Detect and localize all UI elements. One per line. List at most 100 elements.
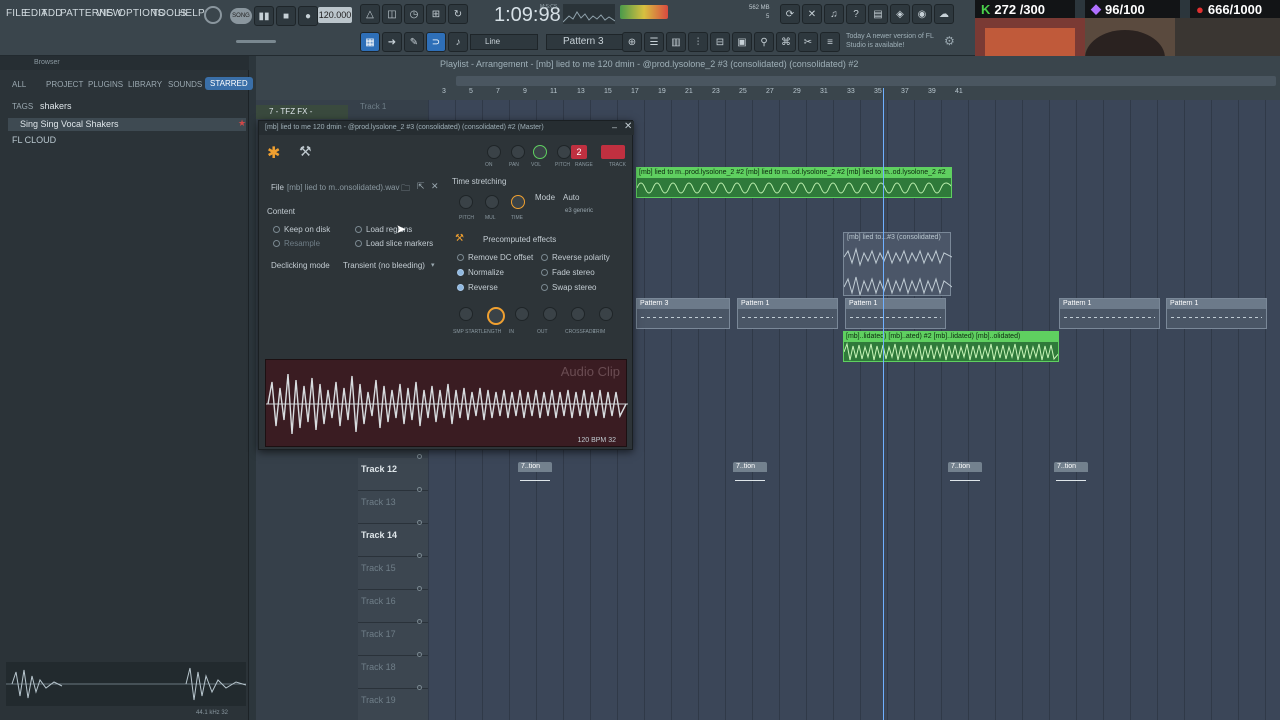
track-1-label[interactable]: Track 1: [360, 102, 386, 111]
sample-knob[interactable]: [487, 307, 505, 325]
remove-file-icon[interactable]: ✕: [431, 181, 439, 192]
keep-on-disk-radio[interactable]: [273, 226, 280, 234]
track-header[interactable]: [358, 458, 428, 491]
pattern-clip[interactable]: Pattern 3: [636, 298, 730, 329]
track-mute-led[interactable]: [417, 652, 422, 657]
metronome-icon[interactable]: △: [360, 4, 380, 24]
mixer-icon[interactable]: ✕: [802, 4, 822, 24]
update-hint[interactable]: Today A newer version of FL Studio is av…: [846, 32, 942, 50]
channel-knob[interactable]: [487, 145, 501, 159]
menu-help[interactable]: HELP: [178, 8, 205, 19]
track-mute-led[interactable]: [417, 487, 422, 492]
tempo-display[interactable]: 120.000: [318, 7, 352, 23]
step-edit-icon[interactable]: ⊞: [426, 4, 446, 24]
track-label[interactable]: Track 16: [361, 596, 396, 606]
audio-clip-mid[interactable]: [mb]..lidated) [mb]..ated) #2 [mb]..lida…: [843, 331, 1059, 362]
track-label[interactable]: Track 13: [361, 497, 396, 507]
track-label[interactable]: Track 18: [361, 662, 396, 672]
folder-icon[interactable]: 🗀: [401, 181, 410, 197]
pattern-clip[interactable]: Pattern 1: [845, 298, 946, 329]
mixer-track-bar[interactable]: [601, 145, 625, 159]
song-mode-toggle[interactable]: SONG: [230, 8, 252, 24]
stop-button[interactable]: ■: [276, 6, 296, 26]
track-mute-led[interactable]: [417, 454, 422, 459]
cloud-icon[interactable]: ☁: [934, 4, 954, 24]
sample-knob[interactable]: [599, 307, 613, 321]
refresh-icon[interactable]: ⟳: [780, 4, 800, 24]
countdown-icon[interactable]: ◷: [404, 4, 424, 24]
remove-dc-radio[interactable]: [457, 254, 464, 262]
browser-tab-project[interactable]: PROJECT: [46, 80, 83, 89]
wrench-icon[interactable]: ⚒: [299, 143, 312, 160]
load-slice-markers-radio[interactable]: [355, 240, 362, 248]
sample-waveform[interactable]: Audio Clip 120 BPM 32: [265, 359, 628, 447]
tools-icon[interactable]: ✂: [798, 32, 818, 52]
channel-knob[interactable]: [557, 145, 571, 159]
star-icon[interactable]: ★: [238, 118, 246, 129]
chat-icon[interactable]: ◉: [912, 4, 932, 24]
reverse-radio[interactable]: [457, 284, 464, 292]
swap-stereo-option[interactable]: Swap stereo: [541, 283, 596, 292]
load-regions-radio[interactable]: [355, 226, 362, 234]
open-icon[interactable]: ⇱: [417, 181, 425, 192]
sample-knob[interactable]: [459, 307, 473, 321]
swap-stereo-radio[interactable]: [541, 284, 548, 292]
add-pattern-icon[interactable]: ⊕: [622, 32, 642, 52]
plugin-picker-icon[interactable]: ▣: [732, 32, 752, 52]
track-header[interactable]: [358, 557, 428, 590]
track-label[interactable]: Track 14: [361, 530, 397, 540]
track-mute-led[interactable]: [417, 520, 422, 525]
bell-icon[interactable]: ♪: [448, 32, 468, 52]
consolidated-clip[interactable]: [mb] lied to...#3 (consolidated): [843, 232, 953, 296]
pin-icon[interactable]: ⚲: [754, 32, 774, 52]
chevron-down-icon[interactable]: ▾: [431, 261, 435, 269]
pattern-clip[interactable]: Pattern 1: [737, 298, 838, 329]
automation-clip[interactable]: 7..tion: [1054, 462, 1088, 490]
loop-record-icon[interactable]: ↻: [448, 4, 468, 24]
automation-clip[interactable]: 7..tion: [948, 462, 982, 490]
sample-knob[interactable]: [515, 307, 529, 321]
reverse-option[interactable]: Reverse: [457, 283, 498, 292]
stretch-knob[interactable]: [485, 195, 499, 209]
settings-gear-icon[interactable]: ⚙: [944, 34, 955, 48]
normalize-option[interactable]: Normalize: [457, 268, 504, 277]
time-ruler[interactable]: 3 5 7 9 11 13 15 17 19 21 23 25 27 29 31 33 35 37 39 41: [428, 88, 1280, 100]
render-icon[interactable]: ◈: [890, 4, 910, 24]
stretch-knob[interactable]: [459, 195, 473, 209]
waveform-tab-icon[interactable]: ✱: [267, 143, 280, 163]
browser-item-selected[interactable]: Sing Sing Vocal Shakers ★: [8, 118, 246, 131]
list-icon[interactable]: ≡: [820, 32, 840, 52]
fade-stereo-radio[interactable]: [541, 269, 548, 277]
browser-tab-sounds[interactable]: SOUNDS: [168, 80, 202, 89]
search-input[interactable]: shakers: [40, 101, 72, 111]
track-header[interactable]: [358, 623, 428, 656]
playlist-scrollbar[interactable]: [456, 76, 1276, 86]
pattern-clip[interactable]: Pattern 1: [1059, 298, 1160, 329]
browser-tab-all[interactable]: ALL: [12, 80, 26, 89]
pattern-select[interactable]: Pattern 3: [546, 34, 624, 50]
stretch-knob[interactable]: [511, 195, 525, 209]
channel-knob[interactable]: [511, 145, 525, 159]
mixer-view-icon[interactable]: ⫶: [688, 32, 708, 52]
track-label[interactable]: Track 15: [361, 563, 396, 573]
track-header[interactable]: [358, 491, 428, 524]
sample-knob[interactable]: [543, 307, 557, 321]
close-icon[interactable]: ✕: [624, 121, 632, 132]
playlist-icon[interactable]: ☰: [644, 32, 664, 52]
fade-stereo-option[interactable]: Fade stereo: [541, 268, 595, 277]
load-slice-markers-option[interactable]: Load slice markers: [355, 239, 433, 248]
browser-tab-plugins[interactable]: PLUGINS: [88, 80, 123, 89]
normalize-radio[interactable]: [457, 269, 464, 277]
arrow-icon[interactable]: ➜: [382, 32, 402, 52]
keep-on-disk-option[interactable]: Keep on disk: [273, 225, 330, 234]
track-mute-led[interactable]: [417, 553, 422, 558]
track-label[interactable]: Track 12: [361, 464, 397, 474]
magnet-icon[interactable]: ⊃: [426, 32, 446, 52]
automation-clip[interactable]: 7..tion: [518, 462, 552, 490]
pattern-clip[interactable]: Pattern 1: [1166, 298, 1267, 329]
microphone-icon[interactable]: ♫: [824, 4, 844, 24]
automation-clip[interactable]: 7..tion: [733, 462, 767, 490]
record-button[interactable]: ●: [298, 6, 318, 26]
master-volume-slider[interactable]: [236, 40, 276, 43]
browser-tab-library[interactable]: LIBRARY: [128, 80, 162, 89]
